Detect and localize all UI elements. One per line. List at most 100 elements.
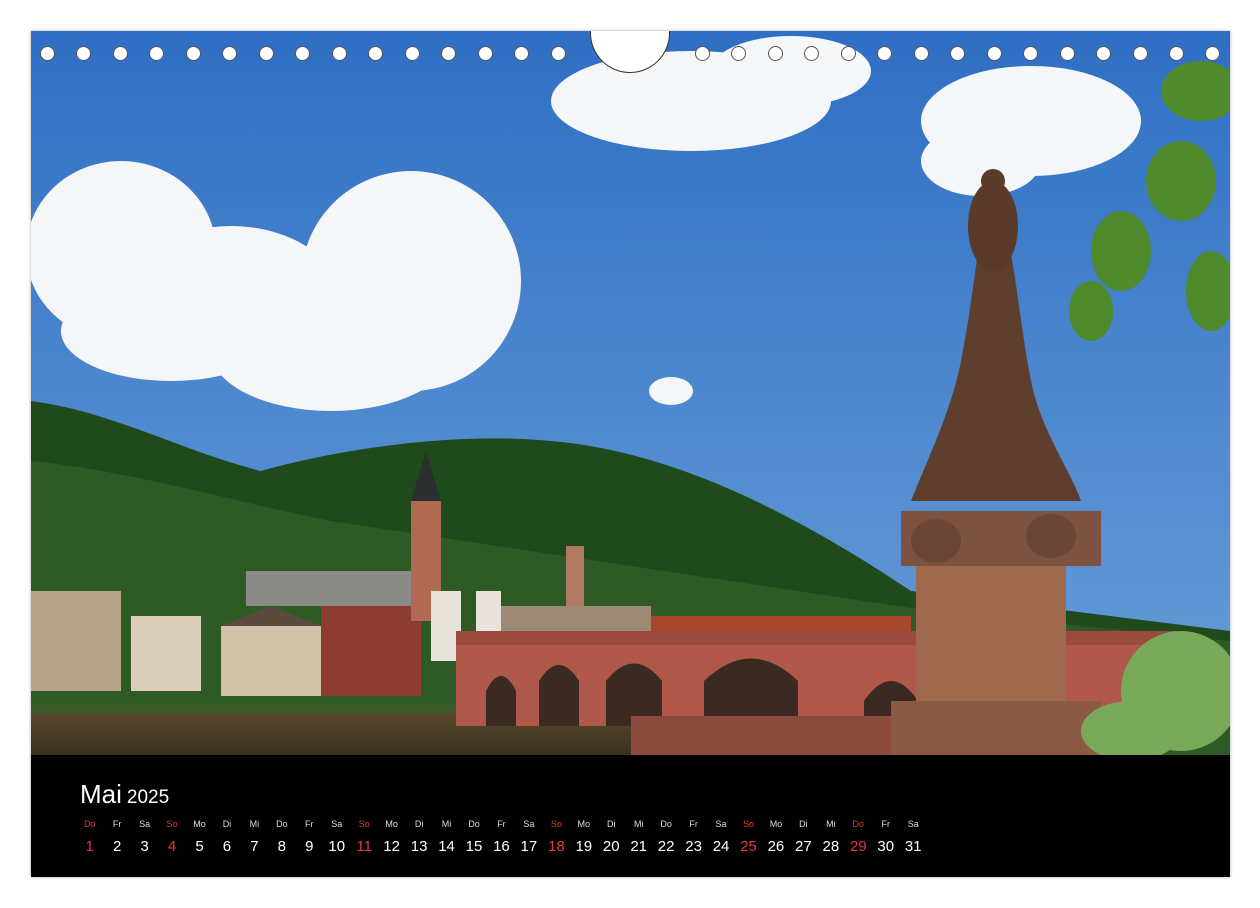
day-abbr: Mi — [826, 819, 836, 829]
day-cell: Sa 3 — [131, 819, 158, 855]
day-abbr: Sa — [331, 819, 343, 829]
day-number: 9 — [305, 838, 314, 855]
day-cell: Sa 10 — [323, 819, 350, 855]
heidelberg-photo — [31, 31, 1230, 755]
day-abbr: Do — [276, 819, 288, 829]
day-abbr: Di — [799, 819, 808, 829]
day-abbr: So — [358, 819, 370, 829]
day-cell: Mi 14 — [433, 819, 460, 855]
day-abbr: Di — [606, 819, 616, 829]
day-abbr: Fr — [881, 819, 890, 829]
day-number: 26 — [767, 838, 785, 855]
day-cell: So 4 — [158, 819, 185, 855]
day-number: 7 — [250, 838, 259, 855]
day-cell: Di 13 — [405, 819, 432, 855]
day-number: 23 — [685, 838, 702, 855]
day-number: 21 — [630, 838, 648, 855]
day-number: 22 — [657, 838, 675, 855]
calendar-strip: Mai 2025 Do 1 Fr 2 Sa 3 So 4 Mo 5 Di 6 Mi 7 Do 8 Fr 9 Sa 10 S… — [31, 755, 1230, 877]
day-cell: Mo 26 — [762, 819, 789, 855]
day-abbr: So — [550, 819, 562, 829]
day-number: 10 — [328, 838, 346, 855]
day-abbr: Do — [660, 819, 672, 829]
day-cell: Mi 7 — [241, 819, 268, 855]
day-abbr: Fr — [112, 819, 122, 829]
day-number: 11 — [356, 838, 372, 855]
day-cell: Di 27 — [790, 819, 817, 855]
day-number: 1 — [85, 838, 94, 855]
day-abbr: Mo — [769, 819, 783, 829]
day-abbr: Fr — [305, 819, 314, 829]
day-cell: Do 22 — [652, 819, 679, 855]
day-abbr: Fr — [689, 819, 698, 829]
day-number: 20 — [602, 838, 620, 855]
day-number: 13 — [410, 838, 428, 855]
day-cell: Do 15 — [460, 819, 487, 855]
binding-holes — [31, 31, 1230, 81]
day-number: 8 — [277, 838, 286, 855]
day-cell: Mi 28 — [817, 819, 844, 855]
day-abbr: So — [742, 819, 754, 829]
day-abbr: Do — [468, 819, 480, 829]
day-abbr: Di — [414, 819, 424, 829]
day-cell: Mo 12 — [378, 819, 405, 855]
day-abbr: Di — [222, 819, 232, 829]
day-cell: Di 20 — [598, 819, 625, 855]
day-abbr: Sa — [139, 819, 151, 829]
day-cell: Mi 21 — [625, 819, 652, 855]
day-cell: So 18 — [543, 819, 570, 855]
day-cell: Fr 30 — [872, 819, 899, 855]
day-number: 17 — [520, 838, 538, 855]
day-number: 14 — [438, 838, 455, 855]
day-number: 4 — [167, 838, 177, 855]
day-number: 5 — [195, 838, 204, 855]
day-number: 28 — [822, 838, 840, 855]
day-cell: Fr 9 — [296, 819, 323, 855]
day-number: 15 — [465, 838, 483, 855]
day-cell: Sa 24 — [707, 819, 734, 855]
month-name: Mai — [80, 779, 122, 809]
day-number: 19 — [575, 838, 593, 855]
day-number: 6 — [222, 838, 232, 855]
day-abbr: So — [166, 819, 178, 829]
day-number: 24 — [712, 838, 730, 855]
day-abbr: Mi — [249, 819, 260, 829]
day-cell: Sa 17 — [515, 819, 542, 855]
day-abbr: Mo — [193, 819, 206, 829]
day-number: 2 — [112, 838, 122, 855]
day-number: 18 — [547, 838, 565, 855]
day-abbr: Mo — [385, 819, 398, 829]
day-number: 16 — [493, 838, 510, 855]
day-abbr: Fr — [497, 819, 506, 829]
day-abbr: Do — [852, 819, 865, 829]
day-abbr: Sa — [715, 819, 727, 829]
day-cell: Do 8 — [268, 819, 295, 855]
day-number: 12 — [383, 838, 400, 855]
day-number: 25 — [740, 838, 757, 855]
day-abbr: Mo — [577, 819, 591, 829]
day-abbr: Mi — [441, 819, 452, 829]
day-abbr: Sa — [523, 819, 535, 829]
month-year: 2025 — [126, 787, 170, 808]
day-number: 3 — [140, 838, 149, 855]
day-cell: Mo 19 — [570, 819, 597, 855]
calendar-page: Mai 2025 Do 1 Fr 2 Sa 3 So 4 Mo 5 Di 6 Mi 7 Do 8 Fr 9 Sa 10 S… — [31, 31, 1230, 877]
day-cell: So 25 — [735, 819, 762, 855]
day-cell: Fr 16 — [488, 819, 515, 855]
day-cell: Mo 5 — [186, 819, 213, 855]
day-cell: Fr 2 — [103, 819, 130, 855]
day-number: 30 — [877, 838, 895, 855]
day-abbr: Sa — [907, 819, 919, 829]
day-abbr: Mi — [633, 819, 644, 829]
day-cell: Do 29 — [845, 819, 872, 855]
day-cell: Fr 23 — [680, 819, 707, 855]
day-abbr: Do — [83, 819, 96, 829]
day-number: 31 — [904, 838, 922, 855]
day-number: 27 — [795, 838, 812, 855]
day-cell: So 11 — [351, 819, 378, 855]
day-cell: Di 6 — [213, 819, 240, 855]
month-title: Mai 2025 — [80, 779, 169, 810]
day-cell: Sa 31 — [900, 819, 927, 855]
day-number: 29 — [849, 838, 867, 855]
day-cell: Do 1 — [76, 819, 103, 855]
